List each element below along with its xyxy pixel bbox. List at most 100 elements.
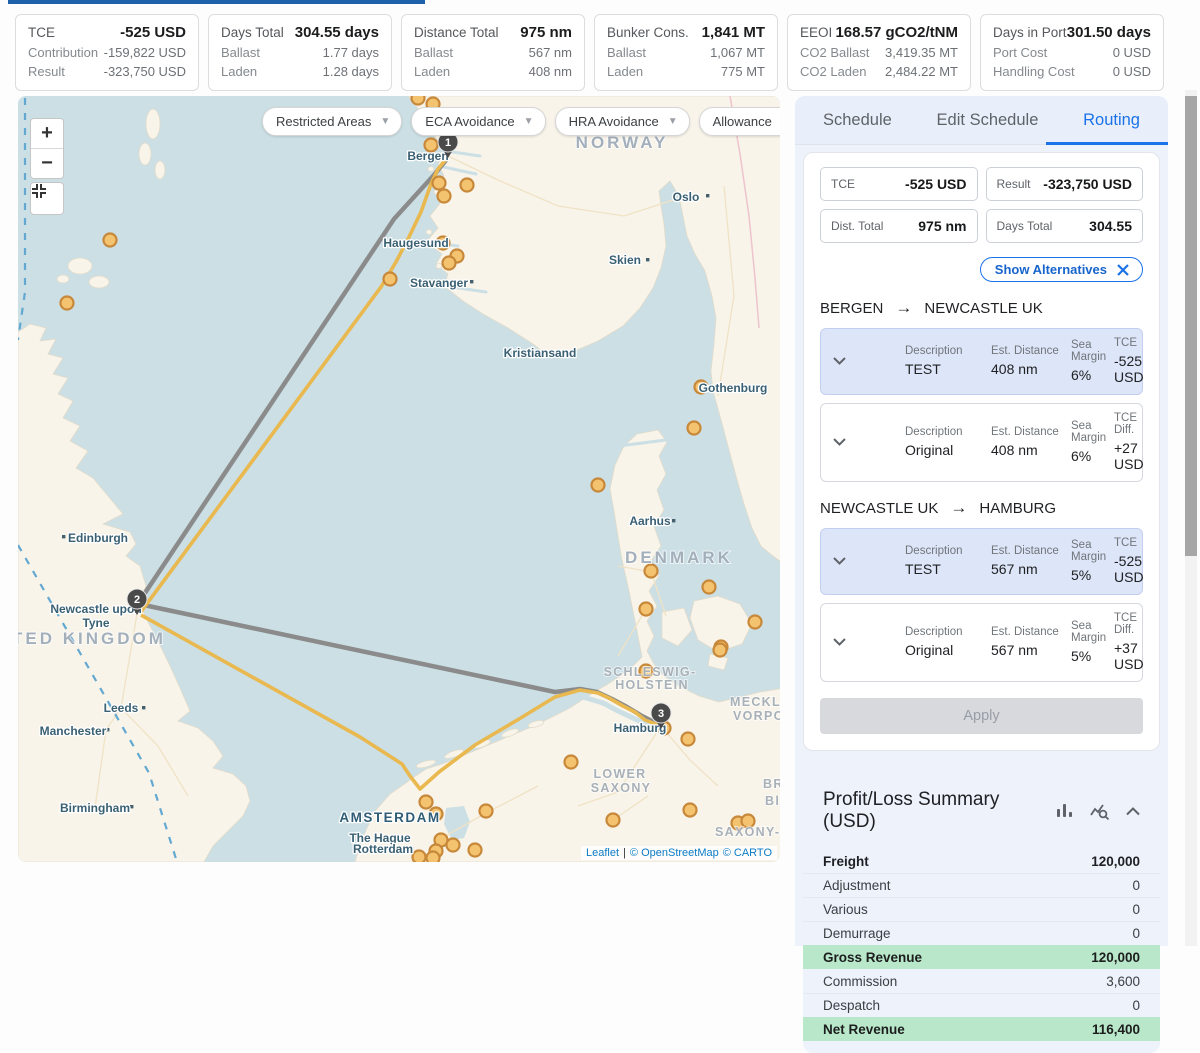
port-marker[interactable] bbox=[104, 234, 117, 247]
map-label: Gothenburg bbox=[699, 381, 768, 395]
route-option-selected[interactable]: DescriptionTEST Est. Distance567 nm Sea … bbox=[820, 528, 1143, 595]
port-marker[interactable] bbox=[413, 851, 426, 863]
option-col-header: TCE Diff. bbox=[1114, 412, 1132, 436]
leg-header-newcastle-hamburg: NEWCASTLE UK → HAMBURG bbox=[820, 498, 1143, 518]
port-marker[interactable] bbox=[703, 581, 716, 594]
chevron-up-icon[interactable] bbox=[1126, 807, 1140, 816]
tab-edit-schedule[interactable]: Edit Schedule bbox=[937, 111, 1039, 130]
port-marker[interactable] bbox=[640, 603, 653, 616]
port-marker[interactable] bbox=[420, 796, 433, 809]
kpi-sub-label: Port Cost bbox=[993, 43, 1047, 62]
option-col-value: Original bbox=[905, 642, 991, 658]
map-label: Rotterdam bbox=[353, 842, 413, 856]
pnl-value: 120,000 bbox=[1091, 854, 1140, 869]
kpi-sub-label: Laden bbox=[607, 62, 643, 81]
city-dot bbox=[62, 535, 65, 538]
close-icon[interactable] bbox=[1116, 263, 1130, 277]
map-label: LOWER bbox=[593, 767, 646, 781]
port-marker[interactable] bbox=[443, 257, 456, 270]
carto-link[interactable]: © CARTO bbox=[723, 847, 772, 859]
bar-chart-icon[interactable] bbox=[1056, 803, 1074, 819]
page-scrollbar-track[interactable] bbox=[1185, 90, 1197, 946]
summary-label: TCE bbox=[831, 177, 855, 191]
tab-schedule[interactable]: Schedule bbox=[823, 111, 892, 130]
kpi-value: 301.50 days bbox=[1067, 23, 1151, 43]
pnl-row-gross-revenue: Gross Revenue120,000 bbox=[803, 945, 1160, 969]
port-marker[interactable] bbox=[384, 273, 397, 286]
kpi-card-tce: TCE-525 USD Contribution-159,822 USD Res… bbox=[15, 14, 199, 91]
apply-button[interactable]: Apply bbox=[820, 698, 1143, 734]
option-col-header: Sea Margin bbox=[1071, 339, 1114, 363]
port-marker[interactable] bbox=[714, 644, 727, 657]
dropdown-label: Allowance bbox=[713, 114, 772, 129]
summary-label: Dist. Total bbox=[831, 219, 883, 233]
map-canvas[interactable]: NORWAYBergenOsloHaugesundStavangerSkienK… bbox=[18, 96, 780, 862]
kpi-sub-value: 0 USD bbox=[1113, 43, 1151, 62]
chevron-down-icon[interactable] bbox=[833, 352, 905, 370]
pnl-row-net-revenue: Net Revenue116,400 bbox=[803, 1017, 1160, 1041]
map-label: Skien bbox=[609, 253, 641, 267]
map-label: Stavanger bbox=[410, 276, 468, 290]
port-marker[interactable] bbox=[565, 756, 578, 769]
route-option-selected[interactable]: DescriptionTEST Est. Distance408 nm Sea … bbox=[820, 328, 1143, 395]
option-col-value: 408 nm bbox=[991, 442, 1071, 458]
zoom-out-button[interactable]: − bbox=[31, 148, 63, 178]
port-marker[interactable] bbox=[427, 852, 440, 863]
chevron-down-icon[interactable] bbox=[833, 552, 905, 570]
tab-routing[interactable]: Routing bbox=[1083, 111, 1140, 130]
leaflet-link[interactable]: Leaflet bbox=[586, 847, 619, 859]
port-marker[interactable] bbox=[684, 804, 697, 817]
port-marker[interactable] bbox=[61, 297, 74, 310]
voyage-side-panel: Schedule Edit Schedule Routing TCE-525 U… bbox=[795, 96, 1168, 946]
chevron-down-icon: ▼ bbox=[380, 116, 390, 127]
pnl-label: Various bbox=[823, 902, 868, 917]
port-marker[interactable] bbox=[688, 422, 701, 435]
kpi-sub-label: Laden bbox=[221, 62, 257, 81]
route-option-original[interactable]: DescriptionOriginal Est. Distance408 nm … bbox=[820, 403, 1143, 482]
hra-avoidance-dropdown[interactable]: HRA Avoidance▼ bbox=[555, 107, 690, 136]
kpi-sub-value: 1.77 days bbox=[323, 43, 379, 62]
show-alternatives-button[interactable]: Show Alternatives bbox=[980, 257, 1143, 282]
port-marker[interactable] bbox=[682, 733, 695, 746]
zoom-in-button[interactable]: + bbox=[31, 119, 63, 148]
port-marker[interactable] bbox=[433, 177, 446, 190]
port-marker[interactable] bbox=[749, 616, 762, 629]
option-col-value: 567 nm bbox=[991, 642, 1071, 658]
restricted-areas-dropdown[interactable]: Restricted Areas▼ bbox=[262, 107, 402, 136]
city-dot bbox=[142, 706, 145, 709]
kpi-card-distance-total: Distance Total975 nm Ballast567 nm Laden… bbox=[401, 14, 585, 91]
map-label: VORPO bbox=[733, 709, 780, 723]
option-col-value: TEST bbox=[905, 561, 991, 577]
chevron-down-icon[interactable] bbox=[833, 633, 905, 651]
openstreetmap-link[interactable]: © OpenStreetMap bbox=[630, 847, 719, 859]
route-option-original[interactable]: DescriptionOriginal Est. Distance567 nm … bbox=[820, 603, 1143, 682]
port-marker[interactable] bbox=[447, 839, 460, 852]
port-marker[interactable] bbox=[480, 805, 493, 818]
map-label: Tyne bbox=[82, 616, 109, 630]
pnl-label: Adjustment bbox=[823, 878, 891, 893]
summary-box-tce: TCE-525 USD bbox=[820, 167, 978, 201]
page-scrollbar-thumb[interactable] bbox=[1185, 96, 1197, 556]
eca-avoidance-dropdown[interactable]: ECA Avoidance▼ bbox=[411, 107, 545, 136]
allowance-dropdown[interactable]: Allowance▼ bbox=[699, 107, 780, 136]
port-marker[interactable] bbox=[412, 96, 425, 105]
fit-bounds-button[interactable] bbox=[30, 182, 64, 215]
chevron-down-icon: ▼ bbox=[524, 116, 534, 127]
leg-header-bergen-newcastle: BERGEN → NEWCASTLE UK bbox=[820, 298, 1143, 318]
port-marker[interactable] bbox=[469, 844, 482, 857]
port-marker[interactable] bbox=[607, 814, 620, 827]
map-zoom-control: + − bbox=[30, 118, 64, 179]
port-marker[interactable] bbox=[461, 179, 474, 192]
profit-loss-card: Profit/Loss Summary (USD) Freight120,000… bbox=[803, 771, 1160, 1053]
pnl-row-adjustment: Adjustment0 bbox=[803, 873, 1160, 897]
kpi-sub-label: Laden bbox=[414, 62, 450, 81]
port-marker[interactable] bbox=[438, 190, 451, 203]
chevron-down-icon[interactable] bbox=[833, 433, 905, 451]
route-map[interactable]: NORWAYBergenOsloHaugesundStavangerSkienK… bbox=[18, 96, 780, 862]
routing-summary-grid: TCE-525 USD Result-323,750 USD Dist. Tot… bbox=[820, 167, 1143, 243]
map-label: Kristiansand bbox=[504, 346, 577, 360]
kpi-card-row: TCE-525 USD Contribution-159,822 USD Res… bbox=[15, 14, 1164, 91]
port-marker[interactable] bbox=[592, 479, 605, 492]
trend-search-icon[interactable] bbox=[1090, 803, 1110, 820]
leg-to: NEWCASTLE UK bbox=[924, 300, 1042, 317]
